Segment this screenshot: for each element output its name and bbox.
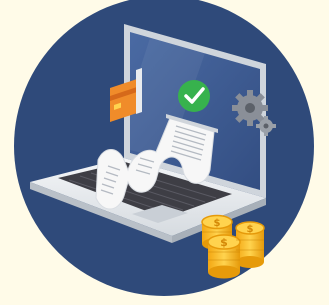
check-icon: [178, 80, 210, 112]
credit-card-bracket: [136, 68, 142, 114]
coin-stack-front: $: [207, 234, 241, 279]
svg-text:$: $: [247, 224, 254, 235]
svg-text:$: $: [214, 218, 221, 229]
coin-stack-back: $: [235, 221, 265, 268]
check-badge: [178, 80, 210, 112]
illustration: $ $ $: [0, 0, 329, 305]
svg-text:$: $: [220, 236, 228, 249]
payment-illustration-svg: $ $ $: [14, 0, 314, 296]
